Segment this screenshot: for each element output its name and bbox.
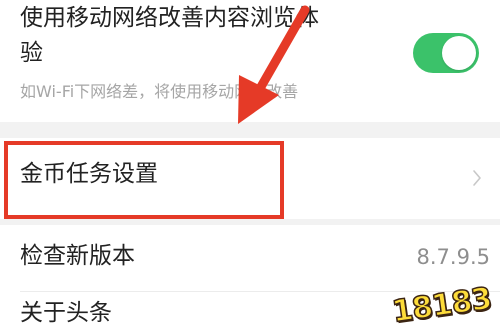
chevron-right-icon <box>473 170 481 186</box>
watermark-logo: 18183 <box>388 280 496 330</box>
highlight-box <box>4 141 284 219</box>
mobile-network-improve-subtitle: 如Wi-Fi下网络差，将使用移动网络改善 <box>20 82 299 101</box>
mobile-network-improve-title: 使用移动网络改善内容浏览体 <box>20 5 319 31</box>
check-update-label[interactable]: 检查新版本 <box>20 240 135 273</box>
settings-screen: 使用移动网络改善内容浏览体 验 如Wi-Fi下网络差，将使用移动网络改善 金币任… <box>0 0 500 333</box>
mobile-network-improve-row[interactable]: 使用移动网络改善内容浏览体 验 如Wi-Fi下网络差，将使用移动网络改善 <box>0 0 500 122</box>
mobile-network-improve-toggle[interactable] <box>413 33 479 73</box>
watermark-logo-text: 18183 <box>390 280 495 330</box>
toggle-knob <box>442 36 476 70</box>
version-number: 8.7.9.5 <box>416 245 490 269</box>
about-toutiao-label[interactable]: 关于头条 <box>20 297 112 330</box>
mobile-network-improve-title-continued: 验 <box>20 40 43 66</box>
